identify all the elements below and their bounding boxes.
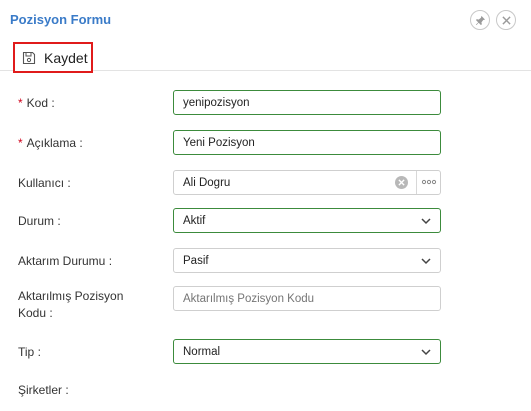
aciklama-input[interactable]: Yeni Pozisyon — [173, 130, 441, 155]
label-aktarim-durumu: Aktarım Durumu : — [18, 254, 113, 268]
chevron-down-icon — [421, 258, 431, 265]
clear-icon[interactable] — [395, 176, 408, 189]
kod-input[interactable]: yenipozisyon — [173, 90, 441, 115]
save-button[interactable]: Kaydet — [13, 42, 93, 73]
chevron-down-icon — [421, 218, 431, 225]
label-tip: Tip : — [18, 345, 41, 359]
pin-button[interactable] — [470, 10, 490, 30]
aktarilmis-kodu-input[interactable] — [173, 286, 441, 311]
tip-select[interactable]: Normal — [173, 339, 441, 364]
label-sirketler: Şirketler : — [18, 383, 69, 397]
label-aciklama: * Açıklama : — [18, 136, 83, 150]
aciklama-value: Yeni Pozisyon — [183, 136, 255, 149]
required-marker: * — [18, 136, 23, 150]
tip-value: Normal — [183, 345, 221, 358]
save-icon — [22, 51, 36, 64]
window-title: Pozisyon Formu — [10, 12, 112, 27]
durum-select[interactable]: Aktif — [173, 208, 441, 233]
toolbar: Kaydet — [0, 40, 531, 73]
kullanici-value: Ali Dogru — [183, 176, 231, 189]
lookup-divider — [416, 171, 417, 194]
kullanici-lookup[interactable]: Ali Dogru — [173, 170, 441, 195]
required-marker: * — [18, 96, 23, 110]
ellipsis-icon[interactable] — [421, 175, 437, 189]
aktarim-durumu-select[interactable]: Pasif — [173, 248, 441, 273]
label-kullanici: Kullanıcı : — [18, 176, 71, 190]
chevron-down-icon — [421, 349, 431, 356]
durum-value: Aktif — [183, 214, 206, 227]
aktarim-durumu-value: Pasif — [183, 254, 209, 267]
label-durum: Durum : — [18, 214, 61, 228]
label-kod: * Kod : — [18, 96, 55, 110]
label-aktarilmis-kodu: Aktarılmış Pozisyon Kodu : — [18, 289, 124, 320]
save-label: Kaydet — [44, 49, 88, 66]
pin-icon — [475, 15, 485, 25]
close-button[interactable] — [496, 10, 516, 30]
kod-value: yenipozisyon — [183, 96, 250, 109]
title-bar: Pozisyon Formu — [0, 0, 531, 40]
close-icon — [501, 15, 511, 25]
